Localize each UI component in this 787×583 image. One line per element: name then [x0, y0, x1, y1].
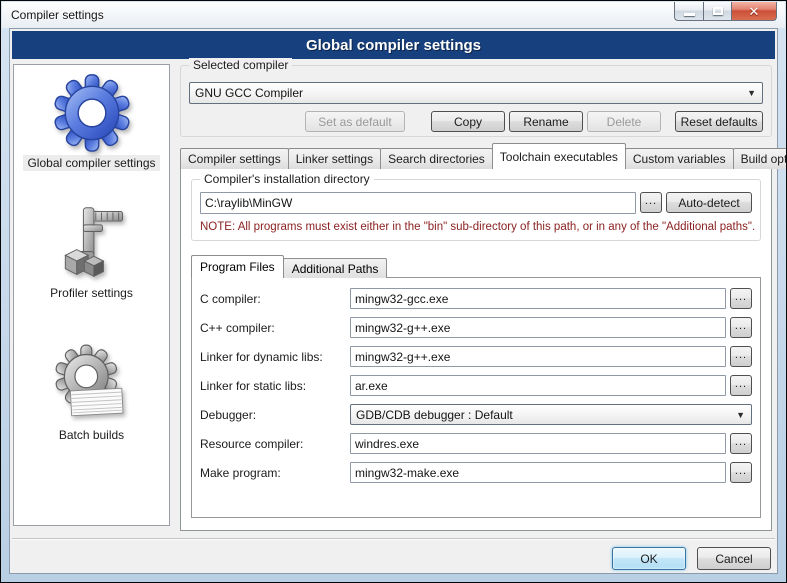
browse-cpp-compiler-button[interactable]: ... — [730, 317, 752, 338]
sidebar-item-label: Profiler settings — [46, 285, 137, 301]
browse-make-program-button[interactable]: ... — [730, 462, 752, 483]
field-label: Linker for dynamic libs: — [200, 350, 350, 364]
installation-directory-input[interactable] — [200, 192, 636, 214]
settings-tabbar: Compiler settings Linker settings Search… — [180, 143, 772, 169]
field-label: Make program: — [200, 466, 350, 480]
browse-c-compiler-button[interactable]: ... — [730, 288, 752, 309]
cpp-compiler-row: C++ compiler: ... — [200, 317, 752, 338]
minimize-icon — [684, 13, 695, 16]
close-button[interactable]: ✕ — [732, 2, 777, 21]
maximize-icon — [713, 7, 723, 15]
sidebar-item-global-compiler-settings[interactable]: Global compiler settings — [14, 71, 169, 171]
caption-buttons: ✕ — [674, 2, 777, 21]
blue-gear-icon — [52, 72, 132, 152]
minimize-button[interactable] — [674, 2, 703, 21]
make-program-input[interactable] — [350, 462, 726, 483]
caliper-icon — [52, 202, 132, 282]
rename-button[interactable]: Rename — [509, 111, 583, 132]
c-compiler-input[interactable] — [350, 288, 726, 309]
ok-button[interactable]: OK — [612, 547, 686, 570]
toolchain-executables-page: Compiler's installation directory ... Au… — [180, 168, 772, 531]
browse-dynamic-linker-button[interactable]: ... — [730, 346, 752, 367]
settings-sidebar: Global compiler settings — [13, 64, 170, 526]
tab-search-directories[interactable]: Search directories — [380, 148, 493, 169]
resource-compiler-input[interactable] — [350, 433, 726, 454]
selected-compiler-group-label: Selected compiler — [189, 58, 292, 72]
compiler-buttons-row: Set as default Copy Rename Delete Reset … — [189, 111, 763, 132]
field-label: Resource compiler: — [200, 437, 350, 451]
make-program-row: Make program: ... — [200, 462, 752, 483]
tab-custom-variables[interactable]: Custom variables — [625, 148, 734, 169]
titlebar[interactable]: Compiler settings ✕ — [2, 2, 785, 28]
subtab-program-files[interactable]: Program Files — [191, 255, 284, 278]
window-title: Compiler settings — [11, 8, 104, 22]
chevron-down-icon: ▼ — [747, 89, 756, 98]
browse-resource-compiler-button[interactable]: ... — [730, 433, 752, 454]
resource-compiler-row: Resource compiler: ... — [200, 433, 752, 454]
dialog-client-area: Global compiler settings — [9, 28, 778, 574]
tab-toolchain-executables[interactable]: Toolchain executables — [492, 143, 626, 169]
dialog-footer: OK Cancel — [612, 547, 771, 570]
static-linker-input[interactable] — [350, 375, 726, 396]
selected-compiler-group: Selected compiler GNU GCC Compiler ▼ Set… — [180, 65, 772, 137]
installation-directory-group: Compiler's installation directory ... Au… — [191, 179, 761, 241]
gray-gear-builds-icon — [52, 344, 132, 424]
field-label: C++ compiler: — [200, 321, 350, 335]
debugger-select[interactable]: GDB/CDB debugger : Default ▼ — [350, 404, 752, 425]
installation-directory-row: ... Auto-detect — [200, 192, 752, 214]
subtab-additional-paths[interactable]: Additional Paths — [283, 258, 388, 278]
compiler-settings-window: Compiler settings ✕ Global compiler sett… — [0, 0, 787, 583]
sidebar-item-label: Batch builds — [55, 427, 128, 443]
static-linker-row: Linker for static libs: ... — [200, 375, 752, 396]
debugger-row: Debugger: GDB/CDB debugger : Default ▼ — [200, 404, 752, 425]
bin-subdirectory-note: NOTE: All programs must exist either in … — [200, 221, 756, 233]
page-title: Global compiler settings — [306, 37, 481, 54]
tab-linker-settings[interactable]: Linker settings — [288, 148, 381, 169]
compiler-select[interactable]: GNU GCC Compiler ▼ — [189, 82, 763, 104]
sidebar-item-profiler-settings[interactable]: Profiler settings — [14, 201, 169, 301]
sidebar-item-batch-builds[interactable]: Batch builds — [14, 343, 169, 443]
field-label: C compiler: — [200, 292, 350, 306]
programs-subtabbar: Program Files Additional Paths — [191, 255, 386, 278]
browse-static-linker-button[interactable]: ... — [730, 375, 752, 396]
delete-button[interactable]: Delete — [587, 111, 661, 132]
program-files-panel: C compiler: ... C++ compiler: ... Linker… — [191, 277, 761, 518]
debugger-select-value: GDB/CDB debugger : Default — [356, 408, 513, 422]
copy-button[interactable]: Copy — [431, 111, 505, 132]
field-label: Debugger: — [200, 408, 350, 422]
chevron-down-icon: ▼ — [736, 411, 745, 420]
c-compiler-row: C compiler: ... — [200, 288, 752, 309]
tab-compiler-settings[interactable]: Compiler settings — [180, 148, 289, 169]
field-label: Linker for static libs: — [200, 379, 350, 393]
browse-directory-button[interactable]: ... — [640, 192, 662, 213]
dynamic-linker-row: Linker for dynamic libs: ... — [200, 346, 752, 367]
cancel-button[interactable]: Cancel — [697, 547, 771, 570]
header-banner: Global compiler settings — [12, 31, 775, 59]
installation-directory-group-label: Compiler's installation directory — [200, 172, 374, 186]
set-as-default-button[interactable]: Set as default — [305, 111, 405, 132]
auto-detect-button[interactable]: Auto-detect — [666, 192, 752, 213]
reset-defaults-button[interactable]: Reset defaults — [675, 111, 763, 132]
close-icon: ✕ — [749, 5, 760, 18]
maximize-button[interactable] — [703, 2, 732, 21]
footer-divider — [12, 538, 775, 540]
tab-build-options[interactable]: Build options — [733, 148, 787, 169]
compiler-select-value: GNU GCC Compiler — [195, 86, 303, 100]
cpp-compiler-input[interactable] — [350, 317, 726, 338]
dynamic-linker-input[interactable] — [350, 346, 726, 367]
sidebar-item-label: Global compiler settings — [23, 155, 159, 171]
